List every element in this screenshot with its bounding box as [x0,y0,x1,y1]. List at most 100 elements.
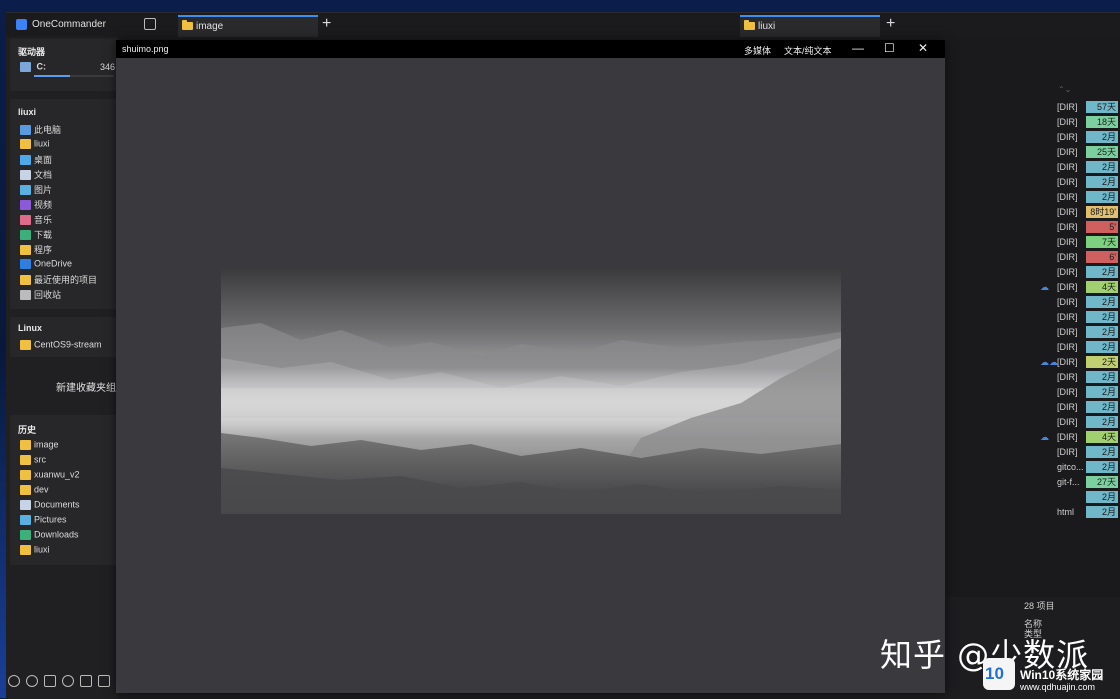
list-item[interactable]: [DIR] 5' [946,221,1120,234]
item-name: [DIR] [1057,177,1078,187]
sidebar-item[interactable]: 下载 [20,228,120,242]
download-icon [20,229,31,240]
sidebar-item[interactable]: Pictures [20,514,120,528]
list-item[interactable]: ☁ [DIR] 4天 [946,431,1120,444]
sync-cloud-icon: ☁ [1040,282,1049,292]
sidebar-item[interactable]: 视频 [20,198,120,212]
item-name: [DIR] [1057,327,1078,337]
new-favorite-group-button[interactable]: 新建收藏夹组 [56,379,116,394]
liuxi-title: liuxi [18,107,37,117]
minimize-icon[interactable]: — [852,41,864,55]
list-item[interactable]: [DIR] 2月 [946,386,1120,399]
sidebar-item-label: 程序 [34,245,53,255]
close-icon[interactable]: ✕ [918,41,928,55]
list-item[interactable]: [DIR] 2月 [946,371,1120,384]
sidebar-item[interactable]: 程序 [20,243,120,257]
folder-icon [20,274,31,285]
win10-logo-text: 10 [985,664,1004,683]
drive-usage-fill [34,75,70,77]
sidebar-item[interactable]: 文档 [20,168,120,182]
list-item[interactable]: [DIR] 2月 [946,176,1120,189]
pictures-icon [20,184,31,195]
age-badge: 2月 [1086,506,1118,518]
linux-title: Linux [18,323,42,333]
list-item[interactable]: git-f... 27天 [946,476,1120,489]
list-item[interactable]: [DIR] 25天 [946,146,1120,159]
list-item[interactable]: [DIR] 18天 [946,116,1120,129]
sidebar-item[interactable]: 桌面 [20,153,120,167]
sidebar-item-label: Downloads [34,529,79,540]
mode-text-button[interactable]: 文本/纯文本 [784,44,832,57]
folder-icon [20,244,31,255]
list-item[interactable]: [DIR] 2月 [946,446,1120,459]
list-item[interactable]: [DIR] 2月 [946,401,1120,414]
list-item[interactable]: [DIR] 7天 [946,236,1120,249]
list-item[interactable]: [DIR] 8时19' [946,206,1120,219]
tab-left[interactable]: image [178,15,318,37]
sidebar-item[interactable]: CentOS9-stream [20,339,120,353]
maximize-icon[interactable]: ☐ [884,41,895,55]
list-item[interactable]: [DIR] 6' [946,251,1120,264]
list-item[interactable]: [DIR] 57天 [946,101,1120,114]
list-item[interactable]: [DIR] 2月 [946,311,1120,324]
drive-c[interactable]: C: 346 [20,61,120,75]
list-item[interactable]: [DIR] 2月 [946,191,1120,204]
user-icon[interactable] [80,675,92,687]
settings-icon[interactable] [8,675,20,687]
info-icon[interactable] [26,675,38,687]
sort-chevron-icon[interactable]: ⌃⌄ [1058,85,1071,94]
item-name: [DIR] [1057,417,1078,427]
sidebar-item[interactable]: 此电脑 [20,123,120,137]
sidebar-item[interactable]: src [20,454,120,468]
item-name: [DIR] [1057,342,1078,352]
list-item[interactable]: html 2月 [946,506,1120,519]
sidebar-item[interactable]: dev [20,484,120,498]
sidebar-item[interactable]: 回收站 [20,288,120,302]
list-item[interactable]: ☁ [DIR] 4天 [946,281,1120,294]
sidebar-item[interactable]: Documents [20,499,120,513]
age-badge: 2月 [1086,161,1118,173]
search-icon[interactable] [62,675,74,687]
sidebar-item[interactable]: OneDrive [20,258,120,272]
list-item[interactable]: 2月 [946,491,1120,504]
site-url-watermark: www.qdhuajin.com [1020,682,1096,692]
panel-layout-icon[interactable] [44,675,56,687]
item-name: git-f... [1057,477,1080,487]
item-name: [DIR] [1057,117,1078,127]
sidebar-item[interactable]: 最近使用的项目 [20,273,120,287]
drives-section: 驱动器 C: 346 [10,39,118,91]
folder-icon [20,439,31,450]
list-item[interactable]: gitco... 2月 [946,461,1120,474]
list-item[interactable]: [DIR] 2月 [946,416,1120,429]
sidebar-item-label: 桌面 [34,155,53,165]
sidebar-item[interactable]: Downloads [20,529,120,543]
list-item[interactable]: [DIR] 2月 [946,326,1120,339]
sidebar-item-label: liuxi [34,138,50,149]
layout-toggle-icon[interactable] [144,18,156,30]
sidebar-item[interactable]: image [20,439,120,453]
list-item[interactable]: [DIR] 2月 [946,131,1120,144]
item-name: [DIR] [1057,297,1078,307]
sidebar-item[interactable]: 音乐 [20,213,120,227]
folder-icon [20,339,31,350]
list-item[interactable]: [DIR] 2月 [946,341,1120,354]
list-item[interactable]: [DIR] 2月 [946,266,1120,279]
sidebar-item-label: xuanwu_v2 [34,469,80,480]
title-bar: OneCommander image + liuxi + [6,13,1120,37]
add-tab-right-icon[interactable]: + [886,15,895,33]
mode-media-button[interactable]: 多媒体 [744,44,771,57]
sidebar-item[interactable]: xuanwu_v2 [20,469,120,483]
item-name: [DIR] [1057,222,1078,232]
list-item[interactable]: [DIR] 2月 [946,161,1120,174]
sidebar-item[interactable]: liuxi [20,544,120,558]
download-icon [20,529,31,540]
tab-right[interactable]: liuxi [740,15,880,37]
add-tab-left-icon[interactable]: + [322,15,331,33]
chat-icon[interactable] [98,675,110,687]
cloud-icon [20,258,31,269]
viewer-title-bar: shuimo.png 多媒体 文本/纯文本 — ☐ ✕ [116,40,945,58]
sidebar-item[interactable]: 图片 [20,183,120,197]
list-item[interactable]: [DIR] 2月 [946,296,1120,309]
list-item[interactable]: ☁☁ [DIR] 2天 [946,356,1120,369]
sidebar-item[interactable]: liuxi [20,138,120,152]
